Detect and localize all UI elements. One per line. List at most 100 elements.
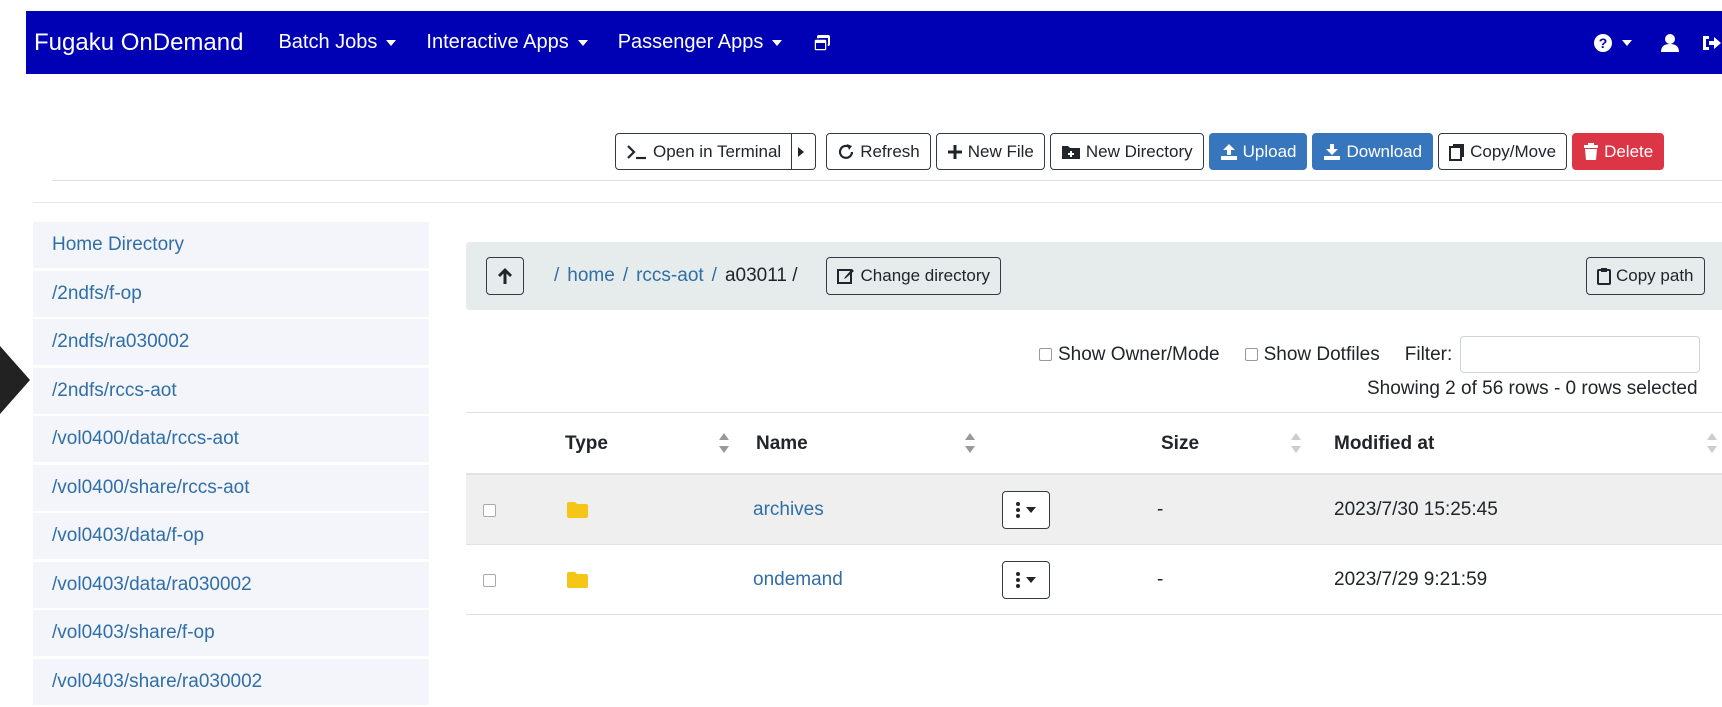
sort-icon[interactable] xyxy=(719,433,729,453)
file-modified: 2023/7/30 15:25:45 xyxy=(1334,499,1498,520)
show-owner-mode-label: Show Owner/Mode xyxy=(1058,343,1220,365)
svg-text:?: ? xyxy=(1599,35,1608,51)
nav-passenger-apps-label: Passenger Apps xyxy=(617,31,764,53)
caret-down-icon xyxy=(1026,577,1036,583)
column-type-label: Type xyxy=(565,432,608,454)
breadcrumb-home[interactable]: home xyxy=(567,265,615,287)
brand[interactable]: Fugaku OnDemand xyxy=(34,29,243,57)
divider xyxy=(33,202,1722,203)
folder-icon xyxy=(567,545,588,615)
copy-path-label: Copy path xyxy=(1616,266,1694,285)
caret-down-icon xyxy=(1622,39,1632,46)
breadcrumb-rccs-aot[interactable]: rccs-aot xyxy=(636,265,704,287)
new-file-button[interactable]: New File xyxy=(935,133,1045,170)
column-size[interactable]: Size xyxy=(1161,413,1199,474)
breadcrumb: / home / rccs-aot / a03011 / xyxy=(554,265,806,287)
favorites-sidebar: Home Directory /2ndfs/f-op /2ndfs/ra0300… xyxy=(33,222,429,707)
upload-label: Upload xyxy=(1242,141,1297,161)
table-options: Show Owner/Mode Show Dotfiles Filter: xyxy=(1039,336,1701,373)
sort-icon[interactable] xyxy=(1291,433,1301,453)
copy-path-button[interactable]: Copy path xyxy=(1586,257,1705,295)
column-name[interactable]: Name xyxy=(756,413,808,474)
arrow-up-icon xyxy=(498,268,512,284)
show-dotfiles-toggle[interactable]: Show Dotfiles xyxy=(1244,344,1380,366)
sort-icon[interactable] xyxy=(965,433,975,453)
refresh-button[interactable]: Refresh xyxy=(826,133,931,170)
folder-plus-icon xyxy=(1061,145,1080,159)
logout-icon[interactable] xyxy=(1700,33,1722,53)
file-name-link[interactable]: archives xyxy=(753,499,824,521)
pointer-arrow-icon xyxy=(0,346,30,414)
download-button[interactable]: Download xyxy=(1312,133,1434,170)
caret-down-icon xyxy=(386,39,397,46)
top-navbar: Fugaku OnDemand Batch Jobs Interactive A… xyxy=(26,11,1722,74)
go-up-button[interactable] xyxy=(486,257,524,295)
row-actions-button[interactable] xyxy=(1002,561,1050,599)
user-icon[interactable] xyxy=(1660,33,1680,53)
copy-windows-icon[interactable] xyxy=(812,33,832,53)
terminal-icon xyxy=(627,144,646,159)
sidebar-item-2ndfs-rccs-aot[interactable]: /2ndfs/rccs-aot xyxy=(33,367,429,414)
show-dotfiles-checkbox[interactable] xyxy=(1244,348,1258,361)
file-size: - xyxy=(1157,569,1164,590)
nav-batch-jobs-label: Batch Jobs xyxy=(278,31,378,53)
breadcrumb-separator: / xyxy=(622,265,629,286)
copy-move-button[interactable]: Copy/Move xyxy=(1438,133,1568,170)
nav-passenger-apps[interactable]: Passenger Apps xyxy=(618,31,783,54)
help-icon[interactable]: ? xyxy=(1593,33,1632,53)
sidebar-item-2ndfs-f-op[interactable]: /2ndfs/f-op xyxy=(33,270,429,317)
sidebar-item-vol0403-share-f-op[interactable]: /vol0403/share/f-op xyxy=(33,610,429,656)
new-directory-button[interactable]: New Directory xyxy=(1049,133,1204,170)
open-in-terminal-button[interactable]: Open in Terminal xyxy=(615,133,793,170)
new-file-label: New File xyxy=(967,141,1034,161)
change-directory-label: Change directory xyxy=(860,266,990,285)
refresh-label: Refresh xyxy=(860,141,920,161)
copy-icon xyxy=(1449,143,1465,161)
folder-icon xyxy=(567,475,588,545)
column-modified-label: Modified at xyxy=(1334,432,1435,454)
download-icon xyxy=(1324,143,1341,160)
sidebar-item-vol0400-data-rccs-aot[interactable]: /vol0400/data/rccs-aot xyxy=(33,416,429,462)
delete-button[interactable]: Delete xyxy=(1572,133,1665,170)
row-actions-button[interactable] xyxy=(1002,491,1050,529)
upload-button[interactable]: Upload xyxy=(1208,133,1308,170)
open-in-terminal-label: Open in Terminal xyxy=(653,141,782,161)
file-name-link[interactable]: ondemand xyxy=(753,569,843,591)
trash-icon xyxy=(1584,142,1599,160)
nav-batch-jobs[interactable]: Batch Jobs xyxy=(278,31,397,54)
sidebar-item-2ndfs-ra030002[interactable]: /2ndfs/ra030002 xyxy=(33,319,429,365)
caret-down-icon xyxy=(1026,507,1036,513)
divider xyxy=(52,180,1722,181)
column-modified[interactable]: Modified at xyxy=(1334,413,1434,474)
column-size-label: Size xyxy=(1161,432,1200,454)
row-checkbox[interactable] xyxy=(483,503,496,517)
table-row: ondemand - 2023/7/29 9:21:59 xyxy=(466,545,1722,615)
sidebar-item-vol0400-share-rccs-aot[interactable]: /vol0400/share/rccs-aot xyxy=(33,464,429,511)
sidebar-item-home[interactable]: Home Directory xyxy=(33,222,429,268)
plus-icon xyxy=(947,144,962,159)
caret-right-icon xyxy=(798,146,805,157)
sidebar-item-vol0403-data-f-op[interactable]: /vol0403/data/f-op xyxy=(33,513,429,559)
column-type[interactable]: Type xyxy=(565,413,608,474)
ellipsis-vertical-icon xyxy=(1016,502,1020,518)
column-name-label: Name xyxy=(756,432,808,454)
row-checkbox[interactable] xyxy=(483,573,496,587)
terminal-dropdown-toggle[interactable] xyxy=(792,133,817,170)
filter-input[interactable] xyxy=(1460,336,1701,373)
show-owner-mode-toggle[interactable]: Show Owner/Mode xyxy=(1039,344,1220,366)
breadcrumb-separator: / xyxy=(554,265,560,286)
show-owner-mode-checkbox[interactable] xyxy=(1039,348,1052,361)
upload-icon xyxy=(1220,143,1237,160)
change-directory-button[interactable]: Change directory xyxy=(825,257,1001,295)
sidebar-item-vol0403-data-ra030002[interactable]: /vol0403/data/ra030002 xyxy=(33,561,429,608)
clipboard-icon xyxy=(1597,268,1611,285)
caret-down-icon xyxy=(577,39,588,46)
caret-down-icon xyxy=(772,39,783,46)
sort-icon[interactable] xyxy=(1707,433,1717,453)
delete-label: Delete xyxy=(1604,141,1654,161)
nav-interactive-apps[interactable]: Interactive Apps xyxy=(426,31,588,54)
breadcrumb-separator: / xyxy=(711,265,717,286)
nav-interactive-apps-label: Interactive Apps xyxy=(426,31,569,53)
refresh-icon xyxy=(839,143,854,159)
breadcrumb-current: a03011 / xyxy=(724,265,798,286)
